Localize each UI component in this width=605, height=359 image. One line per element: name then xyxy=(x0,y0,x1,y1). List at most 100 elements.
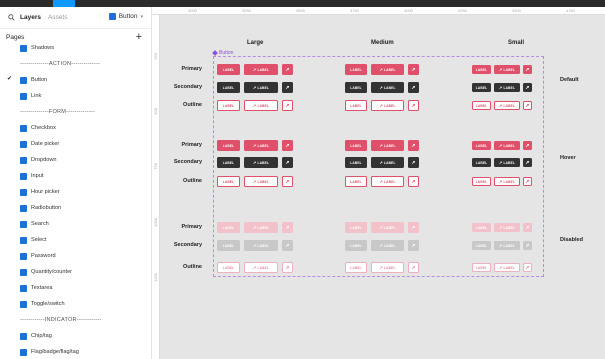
label-icon-button[interactable]: ↗ LABEL xyxy=(371,157,404,168)
label-button[interactable]: LABEL xyxy=(472,101,491,110)
icon-button[interactable]: ↗ xyxy=(523,141,532,150)
page-item-date-picker[interactable]: Date picker xyxy=(0,136,152,152)
page-separator[interactable]: --------------ACTION-------------- xyxy=(0,56,152,72)
label-button[interactable]: LABEL xyxy=(345,176,367,187)
page-item-textarea[interactable]: Textarea xyxy=(0,280,152,296)
label-icon-button[interactable]: ↗ LABEL xyxy=(244,100,278,111)
label-button[interactable]: LABEL xyxy=(345,157,367,168)
label-icon-button[interactable]: ↗ LABEL xyxy=(244,176,278,187)
label-icon-button[interactable]: ↗ LABEL xyxy=(371,240,404,251)
page-item-checkbox[interactable]: Checkbox xyxy=(0,120,152,136)
icon-button[interactable]: ↗ xyxy=(408,100,419,111)
label-button[interactable]: LABEL xyxy=(472,83,491,92)
page-item-input[interactable]: Input xyxy=(0,168,152,184)
label-icon-button[interactable]: ↗ LABEL xyxy=(371,140,404,151)
label-icon-button[interactable]: ↗ LABEL xyxy=(244,140,278,151)
label-button[interactable]: LABEL xyxy=(472,223,491,232)
icon-button[interactable]: ↗ xyxy=(523,223,532,232)
page-item-password[interactable]: Password xyxy=(0,248,152,264)
page-item-dropdown[interactable]: Dropdown xyxy=(0,152,152,168)
label-icon-button[interactable]: ↗ LABEL xyxy=(371,176,404,187)
icon-button[interactable]: ↗ xyxy=(282,100,293,111)
label-button[interactable]: LABEL xyxy=(472,177,491,186)
label-button[interactable]: LABEL xyxy=(345,262,367,273)
icon-button[interactable]: ↗ xyxy=(282,222,293,233)
label-button[interactable]: LABEL xyxy=(345,82,367,93)
label-icon-button[interactable]: ↗ LABEL xyxy=(244,262,278,273)
page-item-flag-badge-flag-tag[interactable]: Flag/badge/flag/tag xyxy=(0,344,152,359)
label-button[interactable]: LABEL xyxy=(345,222,367,233)
label-icon-button[interactable]: ↗ LABEL xyxy=(244,64,278,75)
icon-button[interactable]: ↗ xyxy=(408,176,419,187)
icon-button[interactable]: ↗ xyxy=(408,262,419,273)
label-button[interactable]: LABEL xyxy=(345,140,367,151)
label-button[interactable]: LABEL xyxy=(217,140,240,151)
icon-button[interactable]: ↗ xyxy=(282,64,293,75)
label-button[interactable]: LABEL xyxy=(345,64,367,75)
label-icon-button[interactable]: ↗ LABEL xyxy=(494,83,520,92)
label-button[interactable]: LABEL xyxy=(217,100,240,111)
component-selector[interactable]: Button ▾ xyxy=(108,13,143,20)
icon-button[interactable]: ↗ xyxy=(523,101,532,110)
icon-button[interactable]: ↗ xyxy=(282,262,293,273)
label-button[interactable]: LABEL xyxy=(472,65,491,74)
icon-button[interactable]: ↗ xyxy=(523,83,532,92)
label-button[interactable]: LABEL xyxy=(217,240,240,251)
active-tab-indicator[interactable] xyxy=(53,0,75,7)
label-icon-button[interactable]: ↗ LABEL xyxy=(494,223,520,232)
label-button[interactable]: LABEL xyxy=(472,158,491,167)
label-icon-button[interactable]: ↗ LABEL xyxy=(371,262,404,273)
icon-button[interactable]: ↗ xyxy=(408,240,419,251)
page-item-hour-picker[interactable]: Hour picker xyxy=(0,184,152,200)
page-separator[interactable]: --------------FORM-------------- xyxy=(0,104,152,120)
label-button[interactable]: LABEL xyxy=(472,241,491,250)
icon-button[interactable]: ↗ xyxy=(282,157,293,168)
page-item-toggle-switch[interactable]: Toggle/switch xyxy=(0,296,152,312)
label-icon-button[interactable]: ↗ LABEL xyxy=(244,222,278,233)
icon-button[interactable]: ↗ xyxy=(523,241,532,250)
tab-layers[interactable]: Layers xyxy=(20,14,41,21)
icon-button[interactable]: ↗ xyxy=(408,82,419,93)
page-item-chip-tag[interactable]: Chip/tag xyxy=(0,328,152,344)
page-item-link[interactable]: Link xyxy=(0,88,152,104)
label-icon-button[interactable]: ↗ LABEL xyxy=(494,263,520,272)
page-item-search[interactable]: Search xyxy=(0,216,152,232)
icon-button[interactable]: ↗ xyxy=(282,240,293,251)
label-icon-button[interactable]: ↗ LABEL xyxy=(494,141,520,150)
label-icon-button[interactable]: ↗ LABEL xyxy=(244,240,278,251)
label-icon-button[interactable]: ↗ LABEL xyxy=(494,241,520,250)
page-item-button[interactable]: ✔ Button xyxy=(0,72,152,88)
label-icon-button[interactable]: ↗ LABEL xyxy=(244,82,278,93)
icon-button[interactable]: ↗ xyxy=(408,157,419,168)
icon-button[interactable]: ↗ xyxy=(408,222,419,233)
label-button[interactable]: LABEL xyxy=(217,176,240,187)
icon-button[interactable]: ↗ xyxy=(282,82,293,93)
label-icon-button[interactable]: ↗ LABEL xyxy=(494,158,520,167)
label-button[interactable]: LABEL xyxy=(217,157,240,168)
label-icon-button[interactable]: ↗ LABEL xyxy=(371,222,404,233)
label-icon-button[interactable]: ↗ LABEL xyxy=(371,64,404,75)
page-item-quantity-counter[interactable]: Quantity/counter xyxy=(0,264,152,280)
icon-button[interactable]: ↗ xyxy=(408,140,419,151)
label-button[interactable]: LABEL xyxy=(217,262,240,273)
label-icon-button[interactable]: ↗ LABEL xyxy=(371,100,404,111)
label-icon-button[interactable]: ↗ LABEL xyxy=(494,177,520,186)
icon-button[interactable]: ↗ xyxy=(523,65,532,74)
label-icon-button[interactable]: ↗ LABEL xyxy=(371,82,404,93)
label-button[interactable]: LABEL xyxy=(472,141,491,150)
tab-assets[interactable]: Assets xyxy=(48,14,68,21)
label-icon-button[interactable]: ↗ LABEL xyxy=(244,157,278,168)
label-button[interactable]: LABEL xyxy=(345,100,367,111)
icon-button[interactable]: ↗ xyxy=(523,177,532,186)
icon-button[interactable]: ↗ xyxy=(523,263,532,272)
search-icon[interactable] xyxy=(6,13,16,23)
page-item-radiobutton[interactable]: Radiobutton xyxy=(0,200,152,216)
label-button[interactable]: LABEL xyxy=(217,222,240,233)
label-button[interactable]: LABEL xyxy=(217,64,240,75)
icon-button[interactable]: ↗ xyxy=(408,64,419,75)
label-icon-button[interactable]: ↗ LABEL xyxy=(494,101,520,110)
icon-button[interactable]: ↗ xyxy=(282,140,293,151)
label-button[interactable]: LABEL xyxy=(472,263,491,272)
icon-button[interactable]: ↗ xyxy=(282,176,293,187)
page-separator[interactable]: ------------INDICATOR------------ xyxy=(0,312,152,328)
